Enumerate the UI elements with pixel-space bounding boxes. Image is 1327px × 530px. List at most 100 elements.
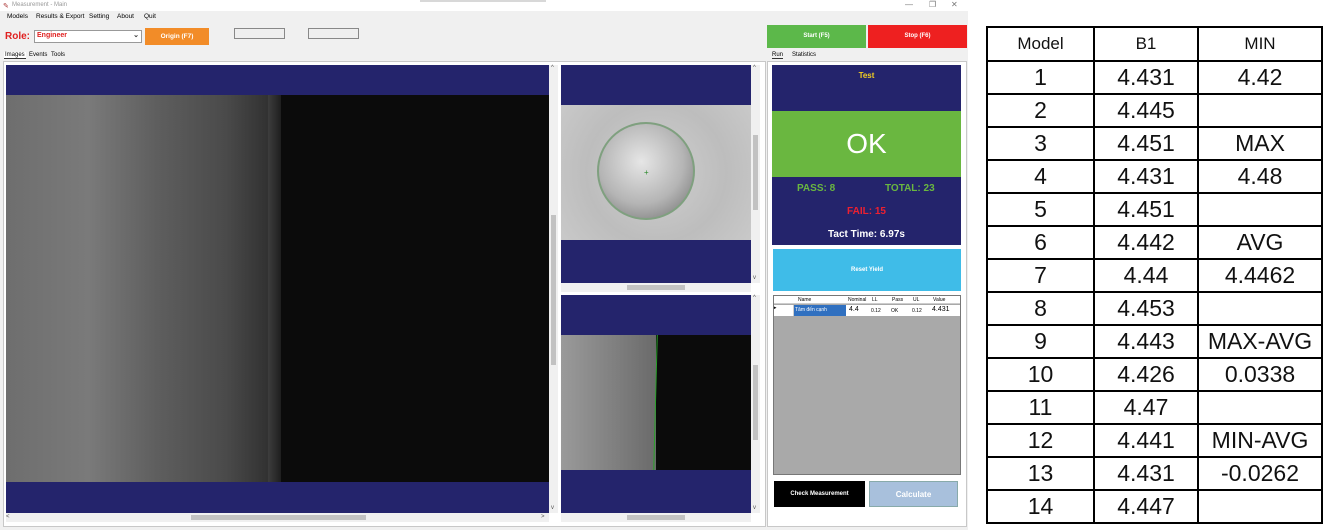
scroll-left-icon[interactable]: <	[6, 514, 10, 520]
top-view-vscroll[interactable]: ^ v	[751, 65, 760, 283]
tab-statistics[interactable]: Statistics	[792, 52, 816, 58]
pass-count: PASS: 8	[797, 183, 836, 194]
cell-stat: 4.42	[1197, 60, 1323, 95]
table-row: 7 4.44 4.4462	[986, 258, 1323, 293]
grid-row[interactable]: ▸ Tâm đến cạnh 4.4 0.12 OK 0.12 4.431	[774, 305, 960, 316]
cell-b1: 4.431	[1093, 456, 1199, 491]
edge-view-vscroll-thumb[interactable]	[753, 365, 758, 440]
main-view-hscroll[interactable]: < >	[6, 513, 549, 522]
scroll-down-icon[interactable]: v	[753, 275, 756, 281]
test-label: Test	[858, 71, 875, 80]
blank-button-2[interactable]	[308, 28, 359, 39]
header-b1: B1	[1093, 26, 1199, 62]
menu-quit[interactable]: Quit	[144, 13, 156, 20]
stop-button[interactable]: Stop (F6)	[868, 25, 967, 48]
cell-ll: 0.12	[871, 308, 881, 314]
table-row: 5 4.451	[986, 192, 1323, 227]
cell-pass: OK	[891, 308, 899, 314]
table-row: 4 4.431 4.48	[986, 159, 1323, 194]
top-camera-view: +	[561, 65, 751, 283]
top-view-vscroll-thumb[interactable]	[753, 135, 758, 210]
menu-about[interactable]: About	[117, 13, 134, 20]
table-row: 2 4.445	[986, 93, 1323, 128]
tab-run[interactable]: Run	[772, 52, 784, 59]
maximize-icon[interactable]: ❐	[929, 0, 936, 9]
header-model: Model	[986, 26, 1095, 62]
cell-value: 4.431	[932, 306, 950, 313]
result-indicator: OK	[772, 111, 961, 177]
title-center-strip	[420, 0, 546, 2]
minimize-icon[interactable]: —	[905, 0, 913, 9]
reset-yield-button[interactable]: Reset Yield	[773, 249, 961, 291]
results-table: Model B1 MIN 1 4.431 4.42 2 4.445 3 4.451 MAX 4 4…	[986, 26, 1323, 524]
cell-stat: AVG	[1197, 225, 1323, 260]
cell-model: 10	[986, 357, 1095, 392]
cell-b1: 4.47	[1093, 390, 1199, 425]
app-root: ✎ Measurement - Main — ❐ ✕ Models Result…	[0, 0, 1327, 530]
circular-part: +	[597, 122, 695, 220]
cell-ul: 0.12	[912, 308, 922, 314]
cell-model: 5	[986, 192, 1095, 227]
cell-stat: -0.0262	[1197, 456, 1323, 491]
scroll-up-icon[interactable]: ^	[753, 65, 756, 71]
calculate-button[interactable]: Calculate	[869, 481, 958, 507]
edge-camera-view	[561, 295, 751, 513]
main-view-vscroll[interactable]: ^ v	[549, 65, 558, 513]
blank-button-1[interactable]	[234, 28, 285, 39]
window-title: Measurement - Main	[12, 2, 68, 8]
check-measurement-button[interactable]: Check Measurement	[774, 481, 865, 507]
cell-stat	[1197, 93, 1323, 128]
grid-col-ll: LL	[872, 297, 878, 303]
cell-stat: 4.48	[1197, 159, 1323, 194]
cell-b1: 4.44	[1093, 258, 1199, 293]
cell-model: 13	[986, 456, 1095, 491]
top-view-hscroll-thumb[interactable]	[627, 285, 685, 290]
role-select[interactable]: Engineer ⌄	[34, 30, 142, 43]
close-icon[interactable]: ✕	[951, 0, 958, 9]
start-button[interactable]: Start (F5)	[767, 25, 866, 48]
scroll-right-icon[interactable]: >	[541, 514, 545, 520]
menu-setting[interactable]: Setting	[89, 13, 109, 20]
cell-model: 7	[986, 258, 1095, 293]
main-view-vscroll-thumb[interactable]	[551, 215, 556, 365]
tab-events[interactable]: Events	[28, 52, 48, 58]
cell-model: 1	[986, 60, 1095, 95]
grid-col-ul: UL	[913, 297, 920, 303]
role-label: Role:	[5, 31, 30, 42]
menu-models[interactable]: Models	[7, 13, 28, 20]
edge-view-hscroll-thumb[interactable]	[627, 515, 685, 520]
cell-b1: 4.426	[1093, 357, 1199, 392]
scroll-down-icon[interactable]: v	[753, 505, 756, 511]
cell-b1: 4.431	[1093, 159, 1199, 194]
main-view-hscroll-thumb[interactable]	[191, 515, 366, 520]
scroll-up-icon[interactable]: ^	[753, 295, 756, 301]
center-marker-icon: +	[644, 168, 649, 177]
tab-tools[interactable]: Tools	[50, 52, 66, 58]
table-row: 10 4.426 0.0338	[986, 357, 1323, 392]
origin-button[interactable]: Origin (F7)	[145, 28, 209, 45]
table-row: 11 4.47	[986, 390, 1323, 425]
cell-name[interactable]: Tâm đến cạnh	[794, 305, 846, 316]
cell-b1: 4.451	[1093, 126, 1199, 161]
table-row: 9 4.443 MAX-AVG	[986, 324, 1323, 359]
chevron-down-icon: ⌄	[133, 32, 139, 39]
cell-model: 8	[986, 291, 1095, 326]
cell-b1: 4.431	[1093, 60, 1199, 95]
top-view-hscroll[interactable]	[561, 283, 751, 292]
grid-col-pass: Pass	[892, 297, 904, 303]
table-row: 3 4.451 MAX	[986, 126, 1323, 161]
row-selector-icon[interactable]: ▸	[774, 305, 794, 316]
edge-view-hscroll[interactable]	[561, 513, 751, 522]
cell-b1: 4.451	[1093, 192, 1199, 227]
cell-model: 2	[986, 93, 1095, 128]
grid-col-nominal: Nominal	[848, 297, 867, 303]
tab-images[interactable]: Images	[4, 52, 26, 59]
scroll-down-icon[interactable]: v	[551, 505, 554, 511]
table-row: 14 4.447	[986, 489, 1323, 524]
main-view-bottom-band	[6, 482, 549, 513]
scroll-up-icon[interactable]: ^	[551, 65, 554, 71]
edge-view-vscroll[interactable]: ^ v	[751, 295, 760, 513]
menu-results-export[interactable]: Results & Export	[36, 13, 84, 20]
table-row: 13 4.431 -0.0262	[986, 456, 1323, 491]
measurement-window: ✎ Measurement - Main — ❐ ✕ Models Result…	[0, 0, 968, 530]
